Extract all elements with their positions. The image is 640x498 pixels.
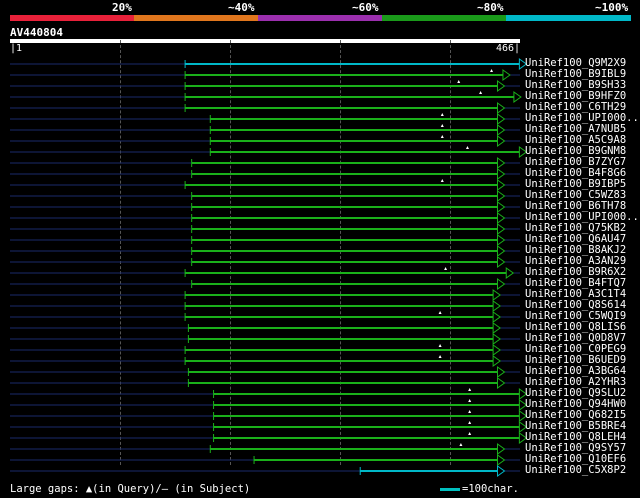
query-gap-marker — [444, 267, 448, 270]
hit-arrow-icon — [496, 377, 506, 389]
hit-arrow-icon — [496, 278, 506, 290]
hit-row[interactable] — [10, 355, 520, 367]
hit-row[interactable] — [10, 465, 520, 477]
hit-row[interactable] — [10, 410, 528, 422]
hit-arrow-icon — [492, 311, 501, 323]
hit-arrow-icon — [496, 179, 506, 191]
hit-row[interactable] — [10, 245, 520, 257]
scale-label: =100char. — [462, 483, 519, 495]
hit-row[interactable] — [10, 102, 520, 114]
hit-arrow-icon — [496, 465, 506, 477]
hit-row[interactable] — [10, 454, 520, 466]
hit-row[interactable] — [10, 278, 520, 290]
query-gap-marker — [457, 80, 461, 83]
scale-line-icon — [440, 487, 460, 491]
hit-row[interactable] — [10, 432, 528, 444]
query-gap-marker — [440, 179, 444, 182]
hit-arrow-icon — [492, 333, 501, 345]
hit-row[interactable] — [10, 201, 520, 213]
hit-arrow-icon — [496, 234, 506, 246]
hit-row[interactable] — [10, 69, 520, 81]
hit-row[interactable] — [10, 234, 520, 246]
hit-arrow-icon — [496, 157, 506, 169]
hit-row[interactable] — [10, 289, 520, 301]
query-gap-marker — [490, 69, 494, 72]
hit-arrow-icon — [496, 366, 506, 378]
scale-legend: =100char. — [440, 483, 519, 495]
hit-row[interactable] — [10, 377, 520, 389]
gap-legend: Large gaps: ▲(in Query)/— (in Subject) — [10, 483, 251, 495]
hit-row[interactable] — [10, 179, 520, 191]
hit-arrow-icon — [492, 289, 501, 301]
hit-row[interactable] — [10, 333, 520, 345]
hit-row[interactable] — [10, 80, 520, 92]
hit-row[interactable] — [10, 146, 528, 158]
hit-row[interactable] — [10, 168, 520, 180]
hit-arrow-icon — [492, 322, 501, 334]
hit-arrow-icon — [496, 212, 506, 224]
hit-row[interactable] — [10, 388, 528, 400]
hit-arrow-icon — [496, 256, 506, 268]
hit-arrow-icon — [496, 223, 506, 235]
hit-arrow-icon — [496, 454, 506, 466]
query-gap-marker — [468, 388, 472, 391]
hit-arrow-icon — [496, 102, 506, 114]
hit-arrow-icon — [496, 80, 506, 92]
query-gap-marker — [438, 355, 442, 358]
query-gap-marker — [465, 146, 469, 149]
hit-row[interactable] — [10, 157, 520, 169]
hit-row[interactable] — [10, 344, 520, 356]
hit-row[interactable] — [10, 190, 520, 202]
hit-row[interactable] — [10, 300, 520, 312]
hit-arrow-icon — [496, 190, 506, 202]
hit-row[interactable] — [10, 223, 520, 235]
query-gap-marker — [468, 410, 472, 413]
hit-row[interactable] — [10, 113, 520, 125]
query-gap-marker — [440, 135, 444, 138]
hit-row[interactable] — [10, 421, 528, 433]
hit-arrow-icon — [492, 344, 501, 356]
hit-arrow-icon — [502, 69, 511, 81]
hit-row[interactable] — [10, 322, 520, 334]
hit-row[interactable] — [10, 91, 522, 103]
hit-arrow-icon — [496, 245, 506, 257]
hit-arrow-icon — [496, 135, 506, 147]
hit-id-link[interactable]: UniRef100_C5X8P2 — [525, 464, 626, 476]
hit-arrow-icon — [496, 113, 506, 125]
query-gap-marker — [438, 311, 442, 314]
hit-arrow-icon — [492, 300, 501, 312]
query-gap-marker — [438, 344, 442, 347]
hit-arrow-icon — [492, 355, 501, 367]
query-gap-marker — [479, 91, 483, 94]
hit-arrow-icon — [496, 201, 506, 213]
hit-row[interactable] — [10, 443, 520, 455]
query-gap-marker — [468, 432, 472, 435]
hit-row[interactable] — [10, 267, 520, 279]
hit-arrow-icon — [496, 168, 506, 180]
hit-arrow-icon — [496, 443, 506, 455]
hit-row[interactable] — [10, 311, 520, 323]
hit-arrow-icon — [513, 91, 522, 103]
hit-arrow-icon — [496, 124, 506, 136]
hit-row[interactable] — [10, 366, 520, 378]
query-gap-marker — [459, 443, 463, 446]
hit-row[interactable] — [10, 256, 520, 268]
hit-arrow-icon — [505, 267, 515, 279]
hit-row[interactable] — [10, 399, 528, 411]
hit-row[interactable] — [10, 212, 520, 224]
query-gap-marker — [440, 113, 444, 116]
hit-row[interactable] — [10, 58, 528, 70]
hit-row[interactable] — [10, 124, 520, 136]
query-gap-marker — [468, 399, 472, 402]
query-gap-marker — [468, 421, 472, 424]
query-gap-marker — [440, 124, 444, 127]
hit-row[interactable] — [10, 135, 520, 147]
